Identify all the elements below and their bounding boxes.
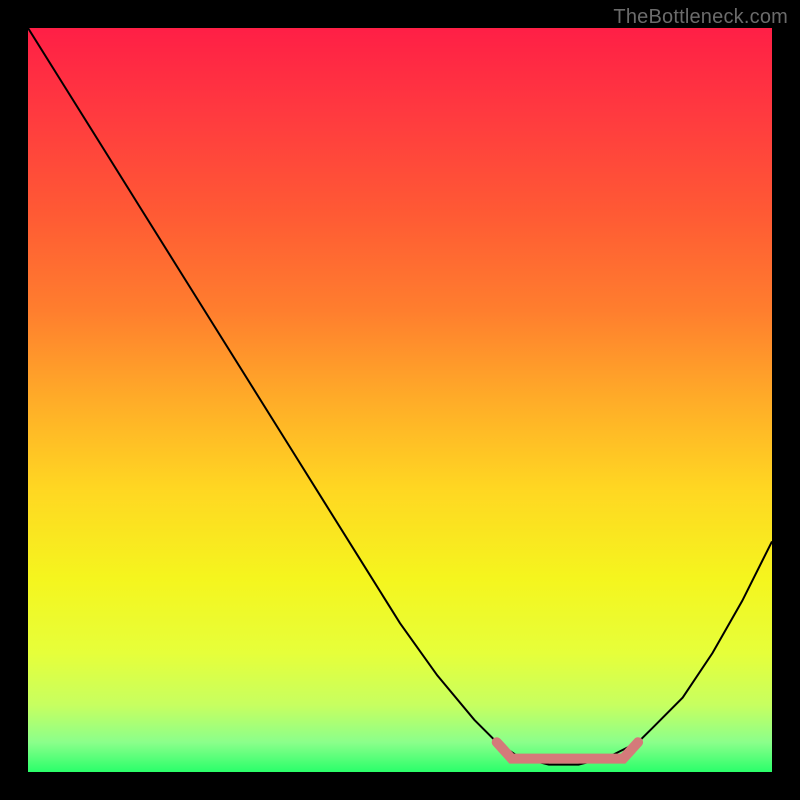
chart-frame: TheBottleneck.com <box>0 0 800 800</box>
watermark-text: TheBottleneck.com <box>613 6 788 29</box>
plot-area <box>28 28 772 772</box>
bottleneck-chart <box>28 28 772 772</box>
gradient-background <box>28 28 772 772</box>
